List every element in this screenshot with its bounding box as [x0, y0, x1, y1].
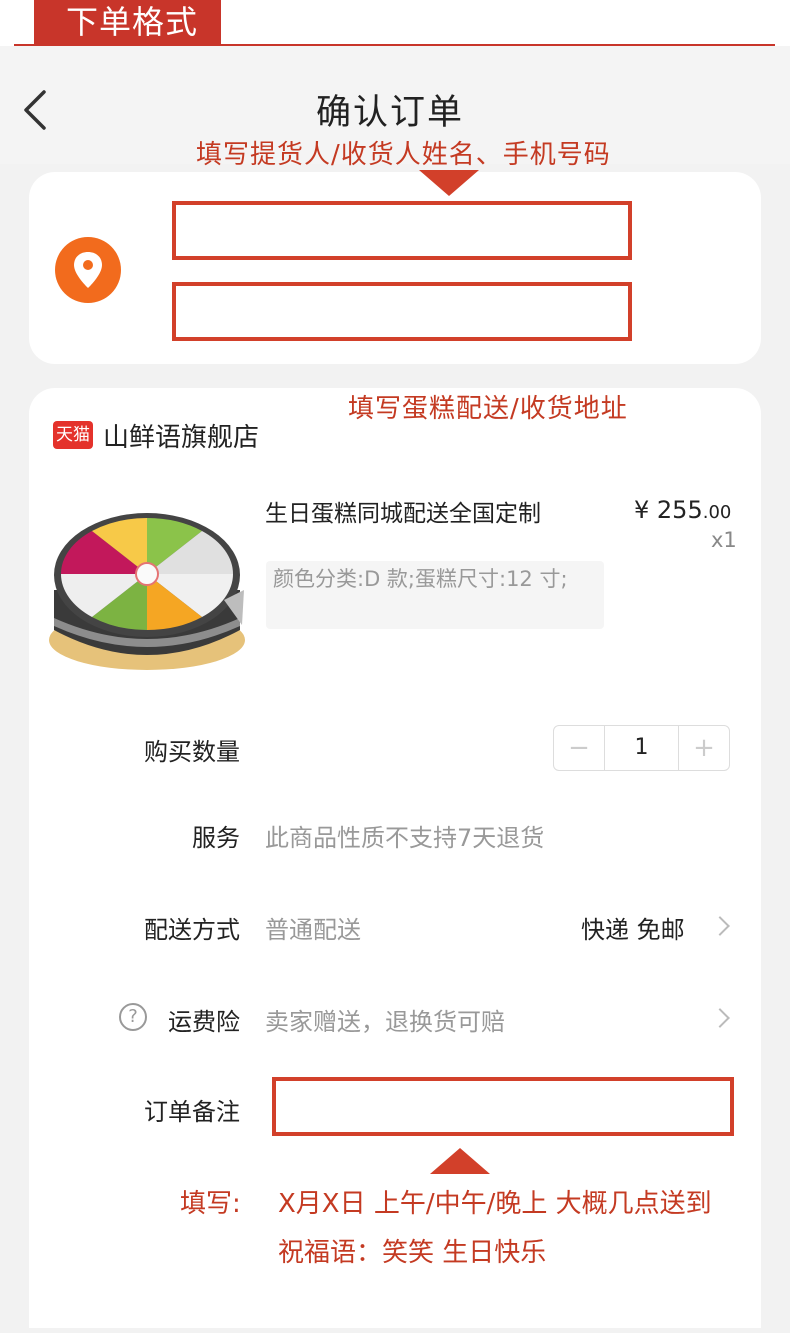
- service-label: 服务: [192, 824, 240, 852]
- price-symbol: ¥: [634, 496, 657, 524]
- contact-input-box[interactable]: [172, 201, 632, 260]
- remark-label: 订单备注: [144, 1098, 240, 1126]
- top-banner: 下单格式: [0, 0, 790, 46]
- remark-input-box[interactable]: [272, 1077, 734, 1136]
- insurance-label: 运费险: [168, 1008, 240, 1036]
- page-title: 确认订单: [315, 93, 464, 133]
- quantity-label: 购买数量: [144, 738, 240, 766]
- tmall-badge: 天猫: [53, 421, 93, 449]
- product-price: ¥ 255.00: [634, 496, 731, 524]
- arrow-down-icon: [419, 170, 479, 196]
- fill-prefix-note: 填写:: [180, 1189, 241, 1219]
- service-value: 此商品性质不支持7天退货: [265, 824, 545, 852]
- arrow-up-icon: [430, 1148, 490, 1174]
- banner-tag: 下单格式: [34, 0, 221, 45]
- address-input-box[interactable]: [172, 282, 632, 341]
- address-note: 填写蛋糕配送/收货地址: [348, 394, 628, 424]
- delivery-value: 普通配送: [265, 916, 361, 944]
- minus-button[interactable]: −: [554, 726, 604, 770]
- product-quantity: x1: [711, 528, 737, 552]
- quantity-input[interactable]: 1: [604, 726, 679, 770]
- delivery-label: 配送方式: [144, 916, 240, 944]
- fill-blessing-note: 祝福语：笑笑 生日快乐: [278, 1238, 547, 1268]
- location-pin-icon: [55, 237, 121, 303]
- plus-button[interactable]: +: [679, 726, 729, 770]
- store-name[interactable]: 山鲜语旗舰店: [103, 417, 259, 454]
- contact-note: 填写提货人/收货人姓名、手机号码: [196, 140, 611, 170]
- quantity-stepper[interactable]: − 1 +: [553, 725, 730, 771]
- price-integer: 255: [656, 496, 703, 524]
- sku-info[interactable]: 颜色分类:D 款;蛋糕尺寸:12 寸;: [266, 561, 604, 629]
- delivery-option[interactable]: 快递 免邮: [581, 910, 685, 945]
- product-title[interactable]: 生日蛋糕同城配送全国定制: [265, 494, 541, 528]
- insurance-value[interactable]: 卖家赠送，退换货可赔: [265, 1002, 505, 1037]
- price-decimal: .00: [702, 502, 732, 523]
- product-image[interactable]: [44, 490, 250, 680]
- fill-time-note: X月X日 上午/中午/晚上 大概几点送到: [278, 1189, 712, 1219]
